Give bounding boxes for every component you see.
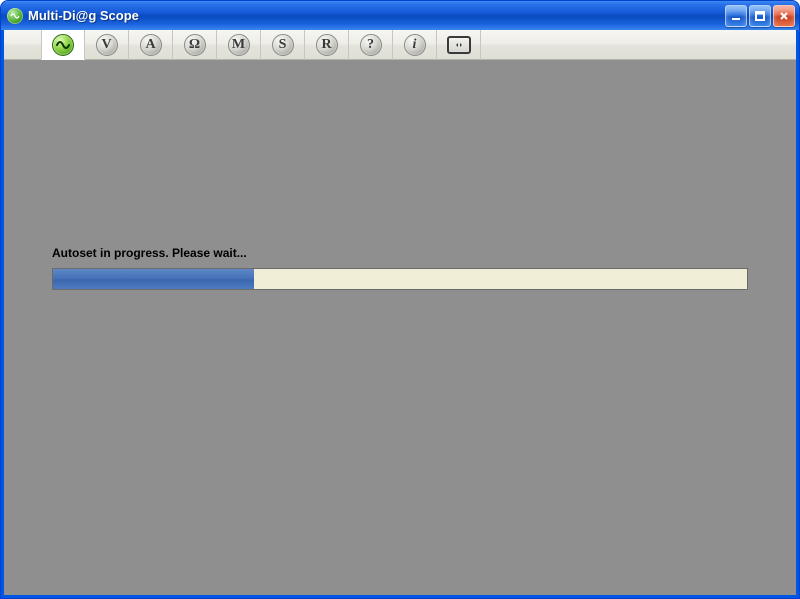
info-button[interactable]: i [393,30,437,60]
help-button[interactable]: ? [349,30,393,60]
toolbar: VAΩMSR? i [4,30,796,60]
m-icon: M [228,34,250,56]
fullscreen-icon [447,36,471,54]
volts-icon: V [96,34,118,56]
wave-icon [52,34,74,56]
window-title: Multi-Di@g Scope [28,8,139,23]
wave-button[interactable] [41,30,85,60]
amps-icon: A [140,34,162,56]
ohms-button[interactable]: Ω [173,30,217,60]
maximize-button[interactable] [749,5,771,27]
r-button[interactable]: R [305,30,349,60]
close-button[interactable] [773,5,795,27]
minimize-button[interactable] [725,5,747,27]
ohms-icon: Ω [184,34,206,56]
status-text: Autoset in progress. Please wait... [52,246,748,260]
progress-fill [53,269,254,289]
client-area: VAΩMSR? i Autoset in progress. Please wai… [4,30,796,595]
titlebar[interactable]: Multi-Di@g Scope [1,1,799,30]
content-area: Autoset in progress. Please wait... [4,60,796,595]
app-icon [7,8,23,24]
amps-button[interactable]: A [129,30,173,60]
progress-bar [52,268,748,290]
window-controls [725,5,799,27]
help-icon: ? [360,34,382,56]
app-window: Multi-Di@g Scope VAΩMSR? i Autoset in pro… [0,0,800,599]
volts-button[interactable]: V [85,30,129,60]
fullscreen-button[interactable] [437,30,481,60]
r-icon: R [316,34,338,56]
m-button[interactable]: M [217,30,261,60]
s-button[interactable]: S [261,30,305,60]
info-icon: i [404,34,426,56]
s-icon: S [272,34,294,56]
